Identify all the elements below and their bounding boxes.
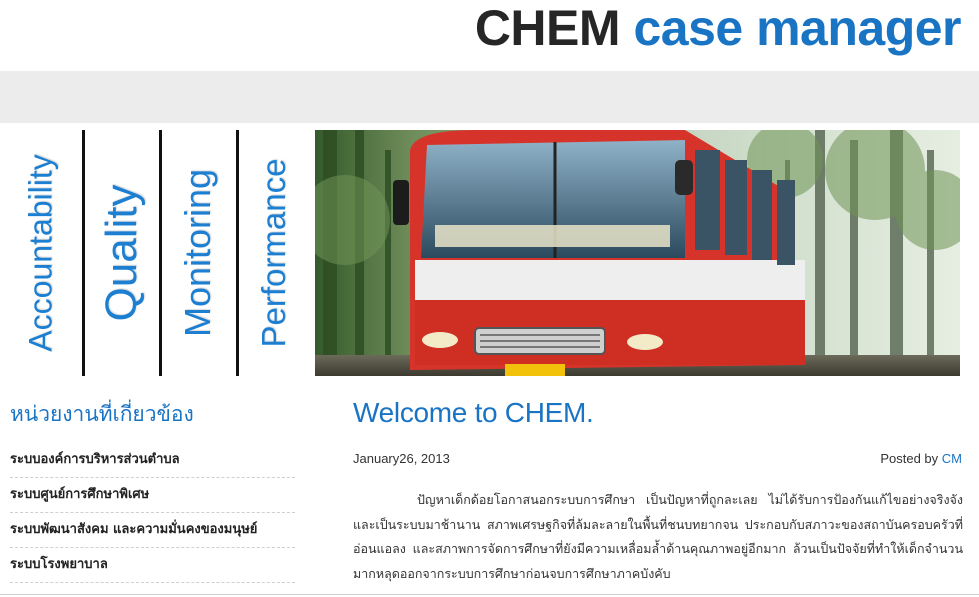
pillar-quality: Quality (86, 130, 158, 376)
footer-divider (0, 594, 979, 595)
posted-by-label: Posted by (880, 451, 939, 466)
pillar-monitoring-text: Monitoring (177, 168, 218, 338)
pillars-graphic: Accountability Quality Monitoring Perfor… (0, 130, 310, 376)
bus-banner-image (315, 130, 960, 376)
pillar-divider (82, 130, 85, 376)
sidebar-title: หน่วยงานที่เกี่ยวข้อง (10, 402, 194, 426)
post-date: January26, 2013 (353, 451, 450, 466)
post-author-line: Posted by CM (880, 451, 962, 466)
pillar-performance: Performance (238, 130, 310, 376)
pillar-performance-text: Performance (255, 158, 292, 348)
post-body: ปัญหาเด็กด้อยโอกาสนอกระบบการศึกษา เป็นปั… (353, 492, 963, 581)
school-bus-photo-icon (315, 130, 960, 376)
author-link[interactable]: CM (942, 451, 962, 466)
post-title[interactable]: Welcome to CHEM. (353, 397, 594, 429)
navigation-bar (0, 71, 979, 123)
sidebar-link-hospital[interactable]: ระบบโรงพยาบาล (10, 548, 295, 583)
sidebar-link-tambon-admin[interactable]: ระบบองค์การบริหารส่วนตำบล (10, 443, 295, 478)
sidebar-link-social-development[interactable]: ระบบพัฒนาสังคม และความมั่นคงของมนุษย์ (10, 513, 295, 548)
pillar-quality-text: Quality (97, 184, 146, 322)
sidebar-link-special-education[interactable]: ระบบศูนย์การศึกษาพิเศษ (10, 478, 295, 513)
related-agencies-list: ระบบองค์การบริหารส่วนตำบล ระบบศูนย์การศึ… (10, 443, 295, 583)
logo-case-manager: case manager (633, 0, 961, 56)
pillar-accountability: Accountability (5, 130, 77, 376)
pillar-monitoring: Monitoring (162, 130, 234, 376)
site-logo[interactable]: CHEM case manager (474, 0, 962, 58)
pillar-accountability-text: Accountability (22, 154, 59, 352)
logo-chem: CHEM (474, 0, 621, 56)
